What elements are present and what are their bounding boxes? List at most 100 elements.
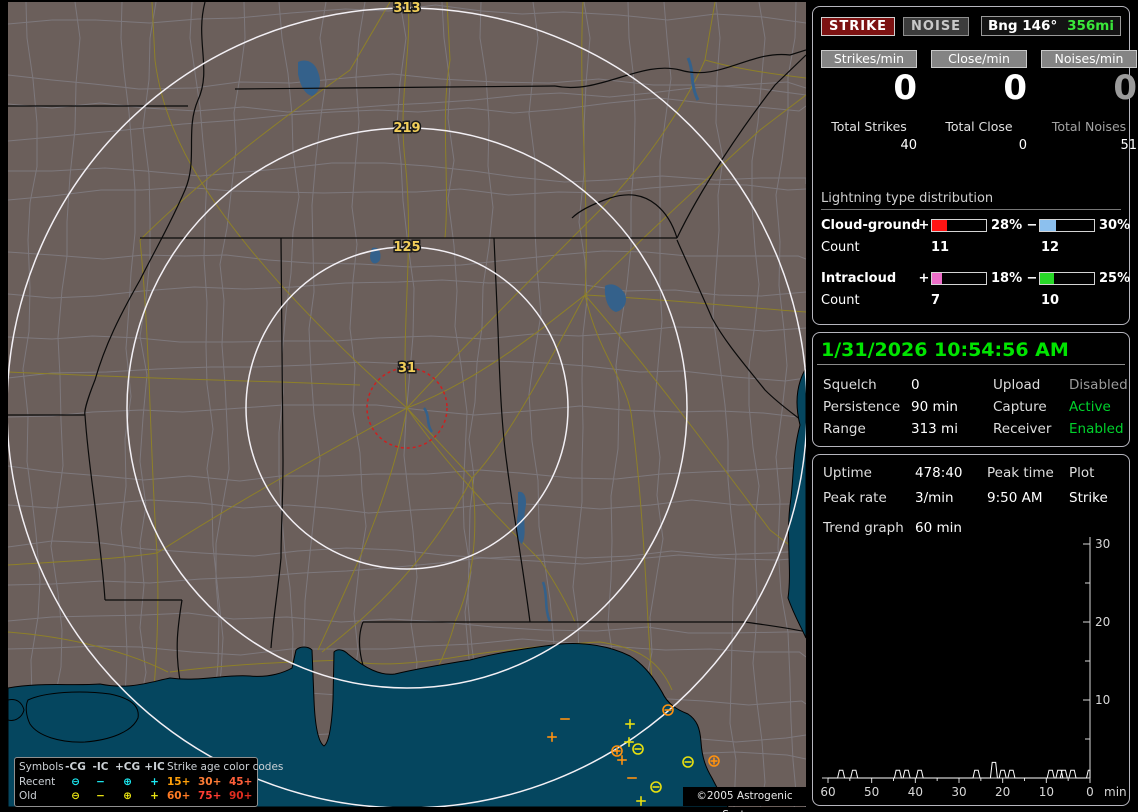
cg-positive-bar bbox=[931, 219, 987, 232]
bearing-readout: Bng 146° 356mi bbox=[981, 16, 1121, 36]
app-window: { "app": {"copyright": "©2005 Astrogenic… bbox=[0, 0, 1138, 812]
persistence-value: 90 min bbox=[911, 399, 958, 415]
strike-circle-plus bbox=[708, 755, 720, 767]
plus-sign: + bbox=[918, 271, 930, 286]
squelch-label: Squelch bbox=[823, 377, 877, 393]
cg-negative-pct: 30% bbox=[1099, 218, 1131, 233]
lightning-map[interactable]: 313 219 125 31 bbox=[0, 0, 806, 812]
persistence-label: Persistence bbox=[823, 399, 901, 415]
trend-x-tick: 50 bbox=[864, 785, 879, 799]
trend-x-tick: 30 bbox=[951, 785, 966, 799]
total-noises-value: 51 bbox=[1120, 138, 1137, 153]
peak-time-value: 9:50 AM bbox=[987, 490, 1043, 506]
legend-row-label: Recent bbox=[19, 775, 56, 788]
close-per-min-header: Close/min bbox=[931, 50, 1027, 68]
trend-x-axis-unit: min bbox=[1104, 785, 1127, 799]
upload-label: Upload bbox=[993, 377, 1041, 393]
count-label: Count bbox=[821, 240, 860, 255]
legend-header: Symbols bbox=[19, 761, 64, 773]
map-symbol-legend: Symbols -CG -IC +CG +IC Strike age color code… bbox=[14, 757, 284, 807]
peak-rate-label: Peak rate bbox=[823, 490, 887, 506]
legend-age-code: 60+ bbox=[167, 790, 191, 802]
receiver-label: Receiver bbox=[993, 421, 1052, 437]
legend-row-label: Old bbox=[19, 790, 37, 802]
legend-header: -CG bbox=[65, 761, 86, 773]
trend-panel: Uptime 478:40 Peak time Plot Peak rate 3… bbox=[812, 454, 1130, 806]
range-ring-label: 313 bbox=[393, 1, 420, 16]
range-label: Range bbox=[823, 421, 866, 437]
legend-strike-symbol: + bbox=[150, 790, 159, 802]
total-strikes-value: 40 bbox=[900, 138, 917, 153]
ic-positive-count: 7 bbox=[931, 293, 941, 308]
trend-y-tick: 20 bbox=[1095, 615, 1110, 629]
datetime-display: 1/31/2026 10:54:56 AM bbox=[821, 339, 1069, 361]
upload-status: Disabled bbox=[1069, 377, 1128, 393]
strike-circle-plus bbox=[611, 745, 623, 757]
legend-strike-symbol: + bbox=[150, 775, 159, 788]
noise-toggle-button[interactable]: NOISE bbox=[903, 16, 970, 36]
intracloud-label: Intracloud bbox=[821, 271, 897, 286]
legend-strike-symbol: − bbox=[96, 775, 105, 788]
legend-age-code: 15+ bbox=[167, 775, 191, 788]
cg-positive-count: 11 bbox=[931, 240, 950, 255]
cg-negative-bar bbox=[1039, 219, 1095, 232]
close-per-min-value: 0 bbox=[1003, 68, 1027, 108]
minus-sign: − bbox=[1026, 218, 1038, 233]
trend-x-tick: 40 bbox=[908, 785, 923, 799]
bearing-range-value: 356mi bbox=[1067, 18, 1114, 34]
ic-negative-count: 10 bbox=[1041, 293, 1060, 308]
counter-panel: STRIKE NOISE Bng 146° 356mi Strikes/min … bbox=[812, 6, 1137, 325]
trend-y-tick: 10 bbox=[1095, 693, 1110, 707]
range-ring-label: 125 bbox=[393, 240, 420, 255]
bearing-value: Bng 146° bbox=[988, 18, 1058, 34]
uptime-label: Uptime bbox=[823, 465, 872, 481]
noises-per-min-value: 0 bbox=[1113, 68, 1137, 108]
legend-strike-symbol: ⊖ bbox=[71, 790, 80, 802]
strikes-per-min-value: 0 bbox=[893, 68, 917, 108]
strikes-per-min-header: Strikes/min bbox=[821, 50, 917, 68]
cg-negative-count: 12 bbox=[1041, 240, 1060, 255]
strike-trend-chart: 10 20 30 0 10 20 30 40 50 60 min bbox=[820, 537, 1127, 799]
legend-strike-symbol: ⊖ bbox=[71, 775, 80, 788]
plot-label: Plot bbox=[1069, 465, 1095, 481]
count-label: Count bbox=[821, 293, 860, 308]
trend-x-tick: 10 bbox=[1039, 785, 1054, 799]
total-strikes-label: Total Strikes bbox=[831, 119, 907, 134]
ic-negative-pct: 25% bbox=[1099, 271, 1131, 286]
ic-positive-bar bbox=[931, 272, 987, 285]
noises-per-min-header: Noises/min bbox=[1041, 50, 1137, 68]
legend-age-code: 45+ bbox=[229, 775, 253, 788]
legend-header: -IC bbox=[92, 761, 109, 773]
uptime-value: 478:40 bbox=[915, 465, 963, 481]
legend-header: +CG bbox=[114, 761, 141, 773]
trend-x-tick: 60 bbox=[820, 785, 835, 799]
legend-age-title: Strike age color codes bbox=[167, 761, 284, 773]
legend-strike-symbol: ⊕ bbox=[123, 790, 132, 802]
legend-header: +IC bbox=[144, 761, 165, 773]
peak-time-label: Peak time bbox=[987, 465, 1054, 481]
status-panel: 1/31/2026 10:54:56 AM Squelch 0 Upload D… bbox=[812, 332, 1130, 447]
trend-series-line bbox=[828, 761, 1091, 779]
strike-toggle-button[interactable]: STRIKE bbox=[821, 16, 896, 36]
ic-negative-bar bbox=[1039, 272, 1095, 285]
legend-age-code: 90+ bbox=[229, 790, 253, 802]
plot-mode-value: Strike bbox=[1069, 490, 1108, 506]
legend-strike-symbol: ⊕ bbox=[123, 775, 132, 788]
distribution-title: Lightning type distribution bbox=[821, 191, 1121, 210]
peak-rate-value: 3/min bbox=[915, 490, 954, 506]
total-close-label: Total Close bbox=[945, 119, 1013, 134]
cloud-ground-label: Cloud-ground bbox=[821, 218, 921, 233]
cg-positive-pct: 28% bbox=[991, 218, 1023, 233]
capture-status: Active bbox=[1069, 399, 1111, 415]
minus-sign: − bbox=[1026, 271, 1038, 286]
legend-age-code: 30+ bbox=[198, 775, 222, 788]
copyright-label: ©2005 Astrogenic Systems bbox=[683, 787, 806, 812]
squelch-value: 0 bbox=[911, 377, 920, 393]
trend-x-tick: 20 bbox=[995, 785, 1010, 799]
receiver-status: Enabled bbox=[1069, 421, 1124, 437]
legend-age-code: 75+ bbox=[198, 790, 222, 802]
range-ring-label: 219 bbox=[393, 121, 420, 136]
range-value: 313 mi bbox=[911, 421, 958, 437]
trend-x-tick: 0 bbox=[1086, 785, 1094, 799]
capture-label: Capture bbox=[993, 399, 1047, 415]
